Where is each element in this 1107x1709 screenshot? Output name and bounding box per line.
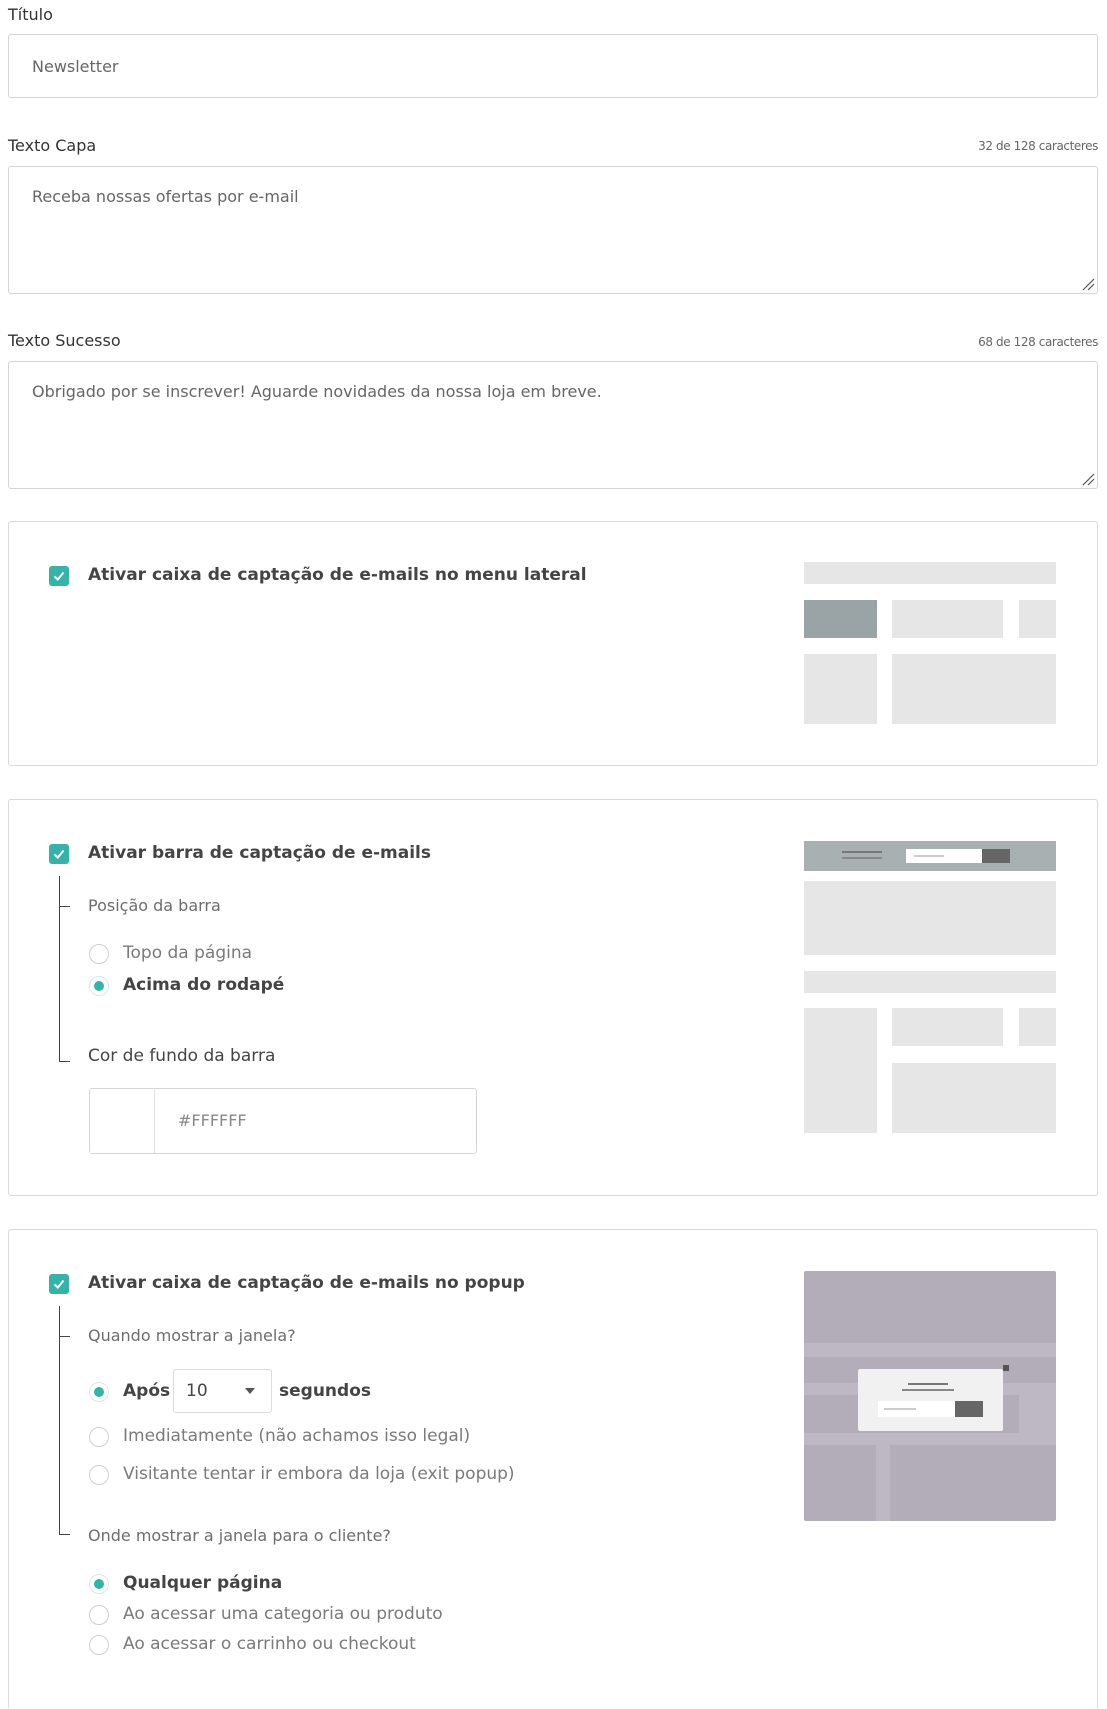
texto-sucesso-textarea[interactable]: Obrigado por se inscrever! Aguarde novid… (8, 361, 1098, 489)
radio-exit-popup[interactable] (89, 1465, 109, 1485)
barra-illustration (804, 841, 1056, 1133)
radio-imediatamente-label: Imediatamente (não achamos isso legal) (123, 1426, 471, 1446)
radio-apos[interactable] (89, 1382, 109, 1402)
radio-qualquer[interactable] (89, 1574, 109, 1594)
seconds-select-value: 10 (186, 1381, 208, 1401)
titulo-input-value: Newsletter (32, 57, 119, 76)
barra-color-value: #FFFFFF (178, 1111, 247, 1130)
texto-sucesso-value: Obrigado por se inscrever! Aguarde novid… (32, 382, 602, 401)
tree-branch (59, 1534, 70, 1535)
radio-topo-label: Topo da página (123, 943, 253, 963)
radio-rodape-label: Acima do rodapé (123, 975, 285, 995)
radio-rodape[interactable] (89, 976, 109, 996)
seconds-select[interactable]: 10 (173, 1369, 272, 1413)
caret-down-icon (245, 1388, 255, 1394)
popup-illustration (804, 1271, 1056, 1521)
titulo-label: Título (8, 5, 53, 24)
menu-lateral-label: Ativar caixa de captação de e-mails no m… (88, 565, 587, 585)
radio-categoria-label: Ao acessar uma categoria ou produto (123, 1604, 443, 1624)
texto-capa-counter: 32 de 128 caracteres (978, 139, 1098, 153)
resize-handle-icon[interactable] (1081, 472, 1095, 486)
barra-position-label: Posição da barra (88, 896, 221, 915)
tree-branch (59, 906, 70, 907)
radio-categoria[interactable] (89, 1605, 109, 1625)
texto-capa-value: Receba nossas ofertas por e-mail (32, 187, 299, 206)
barra-checkbox[interactable] (49, 844, 69, 864)
radio-carrinho-label: Ao acessar o carrinho ou checkout (123, 1634, 416, 1654)
check-icon (53, 1279, 65, 1289)
color-swatch[interactable] (90, 1089, 155, 1153)
barra-color-label: Cor de fundo da barra (88, 1046, 276, 1066)
texto-capa-label: Texto Capa (8, 136, 97, 155)
tree-line (59, 876, 60, 1061)
radio-carrinho[interactable] (89, 1635, 109, 1655)
check-icon (53, 849, 65, 859)
popup-when-label: Quando mostrar a janela? (88, 1326, 296, 1345)
popup-checkbox[interactable] (49, 1274, 69, 1294)
radio-apos-label: Após (123, 1381, 171, 1401)
tree-line (59, 1306, 60, 1534)
seconds-label: segundos (279, 1381, 371, 1401)
popup-where-label: Onde mostrar a janela para o cliente? (88, 1526, 391, 1545)
radio-imediatamente[interactable] (89, 1427, 109, 1447)
texto-sucesso-counter: 68 de 128 caracteres (978, 335, 1098, 349)
radio-qualquer-label: Qualquer página (123, 1573, 283, 1593)
texto-sucesso-label: Texto Sucesso (8, 331, 121, 350)
resize-handle-icon[interactable] (1081, 277, 1095, 291)
titulo-input[interactable]: Newsletter (8, 34, 1098, 98)
barra-color-input[interactable]: #FFFFFF (89, 1088, 477, 1154)
popup-label: Ativar caixa de captação de e-mails no p… (88, 1273, 525, 1293)
tree-branch (59, 1336, 70, 1337)
menu-lateral-illustration (804, 562, 1056, 725)
check-icon (53, 571, 65, 581)
texto-capa-textarea[interactable]: Receba nossas ofertas por e-mail (8, 166, 1098, 294)
menu-lateral-checkbox[interactable] (49, 566, 69, 586)
barra-label: Ativar barra de captação de e-mails (88, 843, 432, 863)
radio-exit-popup-label: Visitante tentar ir embora da loja (exit… (123, 1464, 515, 1484)
tree-branch (59, 1061, 70, 1062)
radio-topo[interactable] (89, 944, 109, 964)
